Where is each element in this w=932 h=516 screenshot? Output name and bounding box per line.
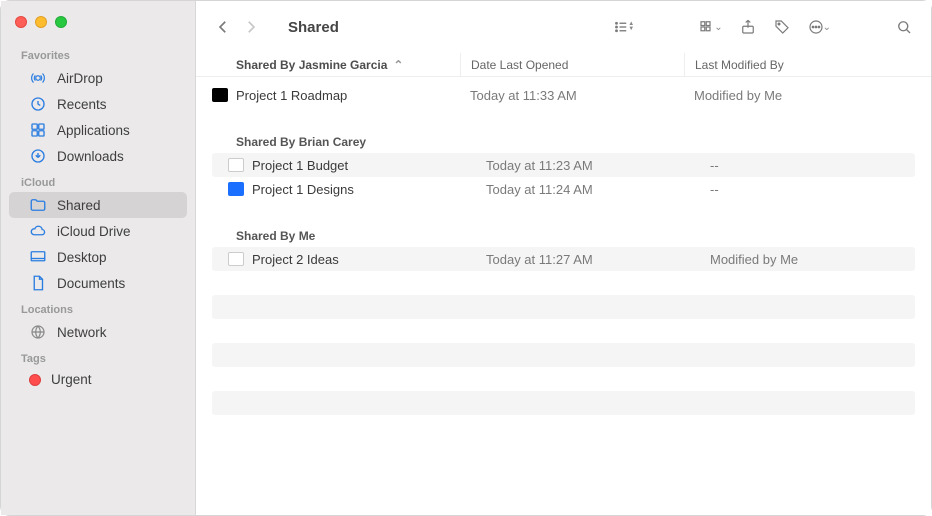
group-by-button[interactable]: ⌄ xyxy=(694,13,726,41)
file-row[interactable]: Project 1 Roadmap Today at 11:33 AM Modi… xyxy=(196,83,931,107)
column-header-row: Shared By Jasmine Garcia ⌃ Date Last Ope… xyxy=(196,53,931,77)
sidebar-item-documents[interactable]: Documents xyxy=(9,270,187,296)
sidebar-item-tag-urgent[interactable]: Urgent xyxy=(9,368,187,391)
close-window-button[interactable] xyxy=(15,16,27,28)
sidebar-item-network[interactable]: Network xyxy=(9,319,187,345)
file-date: Today at 11:27 AM xyxy=(476,252,700,267)
sidebar-item-label: Downloads xyxy=(57,149,124,164)
sidebar-item-label: Desktop xyxy=(57,250,107,265)
clock-icon xyxy=(29,95,47,113)
column-header-date[interactable]: Date Last Opened xyxy=(460,53,684,76)
sidebar-item-desktop[interactable]: Desktop xyxy=(9,244,187,270)
view-mode-button[interactable]: ▲▼ xyxy=(608,13,638,41)
sidebar-item-icloud-drive[interactable]: iCloud Drive xyxy=(9,218,187,244)
sidebar-section-tags: Tags xyxy=(1,345,195,368)
share-button[interactable] xyxy=(735,13,761,41)
sidebar-item-recents[interactable]: Recents xyxy=(9,91,187,117)
file-list: Shared By Jasmine Garcia ⌃ Date Last Ope… xyxy=(196,53,931,515)
file-name: Project 1 Designs xyxy=(252,182,354,197)
file-modified-by: -- xyxy=(700,182,915,197)
nav-buttons xyxy=(210,13,264,41)
sidebar-item-label: Documents xyxy=(57,276,125,291)
updown-icon: ▲▼ xyxy=(628,22,634,32)
file-icon xyxy=(228,182,244,196)
document-icon xyxy=(29,274,47,292)
applications-icon xyxy=(29,121,47,139)
chevron-down-icon: ⌄ xyxy=(823,22,831,33)
sidebar-item-label: Urgent xyxy=(51,372,92,387)
back-button[interactable] xyxy=(210,13,236,41)
desktop-icon xyxy=(29,248,47,266)
column-header-name[interactable]: Shared By Jasmine Garcia ⌃ xyxy=(196,58,460,72)
sidebar-item-label: Applications xyxy=(57,123,130,138)
sidebar-item-label: AirDrop xyxy=(57,71,103,86)
file-row[interactable]: Project 1 Budget Today at 11:23 AM -- xyxy=(212,153,915,177)
download-icon xyxy=(29,147,47,165)
sidebar-item-applications[interactable]: Applications xyxy=(9,117,187,143)
sidebar-item-shared[interactable]: Shared xyxy=(9,192,187,218)
column-header-date-label: Date Last Opened xyxy=(471,58,568,72)
file-modified-by: -- xyxy=(700,158,915,173)
toolbar: Shared ▲▼ ⌄ ⌄ xyxy=(196,1,931,53)
file-date: Today at 11:33 AM xyxy=(460,88,684,103)
file-date: Today at 11:24 AM xyxy=(476,182,700,197)
file-name: Project 2 Ideas xyxy=(252,252,339,267)
file-name: Project 1 Budget xyxy=(252,158,348,173)
file-icon xyxy=(228,158,244,172)
forward-button[interactable] xyxy=(238,13,264,41)
column-header-name-label: Shared By Jasmine Garcia xyxy=(236,58,387,72)
sidebar-item-downloads[interactable]: Downloads xyxy=(9,143,187,169)
red-tag-icon xyxy=(29,374,41,386)
file-icon xyxy=(228,252,244,266)
column-header-modified-label: Last Modified By xyxy=(695,58,784,72)
group-heading: Shared By Me xyxy=(196,219,931,247)
file-modified-by: Modified by Me xyxy=(684,88,931,103)
sidebar-item-label: Network xyxy=(57,325,107,340)
group-heading: Shared By Brian Carey xyxy=(196,125,931,153)
chevron-down-icon: ⌄ xyxy=(714,22,722,33)
window-controls xyxy=(1,9,195,42)
sidebar-section-favorites: Favorites xyxy=(1,42,195,65)
file-icon xyxy=(212,88,228,102)
sort-ascending-icon: ⌃ xyxy=(393,58,403,72)
tag-button[interactable] xyxy=(769,13,795,41)
sidebar-item-airdrop[interactable]: AirDrop xyxy=(9,65,187,91)
shared-folder-icon xyxy=(29,196,47,214)
window-title: Shared xyxy=(288,19,339,36)
file-name: Project 1 Roadmap xyxy=(236,88,347,103)
empty-row-stripe xyxy=(212,295,915,319)
column-header-modified[interactable]: Last Modified By xyxy=(684,53,931,76)
empty-row-stripe xyxy=(212,391,915,415)
cloud-icon xyxy=(29,222,47,240)
file-date: Today at 11:23 AM xyxy=(476,158,700,173)
sidebar-section-locations: Locations xyxy=(1,296,195,319)
sidebar: Favorites AirDrop Recents Applications D… xyxy=(1,1,196,515)
minimize-window-button[interactable] xyxy=(35,16,47,28)
file-row[interactable]: Project 2 Ideas Today at 11:27 AM Modifi… xyxy=(212,247,915,271)
fullscreen-window-button[interactable] xyxy=(55,16,67,28)
globe-icon xyxy=(29,323,47,341)
file-modified-by: Modified by Me xyxy=(700,252,915,267)
sidebar-item-label: iCloud Drive xyxy=(57,224,131,239)
file-row[interactable]: Project 1 Designs Today at 11:24 AM -- xyxy=(212,177,915,201)
main-panel: Shared ▲▼ ⌄ ⌄ Shared By Jasmine Gar xyxy=(196,1,931,515)
airdrop-icon xyxy=(29,69,47,87)
sidebar-item-label: Shared xyxy=(57,198,101,213)
search-button[interactable] xyxy=(891,13,917,41)
sidebar-item-label: Recents xyxy=(57,97,107,112)
more-actions-button[interactable]: ⌄ xyxy=(803,13,835,41)
sidebar-section-icloud: iCloud xyxy=(1,169,195,192)
empty-row-stripe xyxy=(212,343,915,367)
